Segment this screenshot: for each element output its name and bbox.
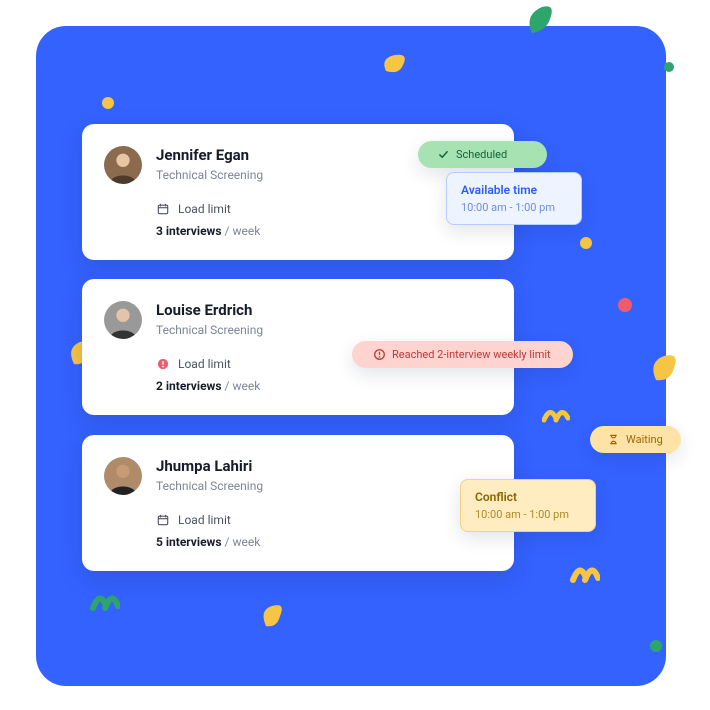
- confetti-dot: [664, 62, 674, 72]
- status-badge-limit: Reached 2-interview weekly limit: [352, 341, 573, 368]
- confetti-stripes: [570, 560, 600, 584]
- load-limit-label: Load limit: [178, 513, 231, 527]
- badge-label: Reached 2-interview weekly limit: [392, 348, 551, 361]
- interviewer-role: Technical Screening: [156, 479, 490, 493]
- popover-time: 10:00 am - 1:00 pm: [461, 201, 567, 214]
- avatar: [104, 301, 142, 339]
- confetti-stripes: [90, 588, 120, 612]
- confetti-dot: [102, 97, 114, 109]
- confetti-blob: [652, 354, 678, 384]
- avatar: [104, 146, 142, 184]
- warning-icon: [156, 357, 170, 371]
- confetti-stripes: [542, 404, 570, 424]
- status-badge-scheduled: Scheduled: [418, 141, 547, 168]
- confetti-blob: [383, 53, 407, 75]
- confetti-dot: [618, 298, 632, 312]
- popover-available-time: Available time 10:00 am - 1:00 pm: [446, 172, 582, 225]
- popover-time: 10:00 am - 1:00 pm: [475, 508, 581, 521]
- status-badge-waiting: Waiting: [590, 426, 681, 453]
- check-icon: [438, 149, 450, 161]
- interviews-per-week: 2 interviews / week: [156, 379, 490, 393]
- interviewer-role: Technical Screening: [156, 323, 490, 337]
- calendar-icon: [156, 513, 170, 527]
- interviewer-role: Technical Screening: [156, 168, 490, 182]
- popover-title: Conflict: [475, 490, 581, 504]
- confetti-blob: [528, 5, 554, 37]
- avatar: [104, 457, 142, 495]
- badge-label: Waiting: [626, 433, 663, 446]
- interviews-per-week: 5 interviews / week: [156, 535, 490, 549]
- interviewer-card[interactable]: Jhumpa Lahiri Technical Screening Load l…: [82, 435, 514, 571]
- interviewer-name: Jhumpa Lahiri: [156, 457, 490, 475]
- popover-title: Available time: [461, 183, 567, 197]
- popover-conflict: Conflict 10:00 am - 1:00 pm: [460, 479, 596, 532]
- calendar-icon: [156, 202, 170, 216]
- confetti-dot: [650, 640, 662, 652]
- interviews-per-week: 3 interviews / week: [156, 224, 490, 238]
- interviewer-name: Louise Erdrich: [156, 301, 490, 319]
- confetti-blob: [262, 604, 284, 630]
- hourglass-icon: [608, 434, 620, 446]
- alert-icon: [374, 349, 386, 361]
- badge-label: Scheduled: [456, 148, 507, 161]
- confetti-dot: [580, 237, 592, 249]
- load-limit-label: Load limit: [178, 202, 231, 216]
- load-limit-label: Load limit: [178, 357, 231, 371]
